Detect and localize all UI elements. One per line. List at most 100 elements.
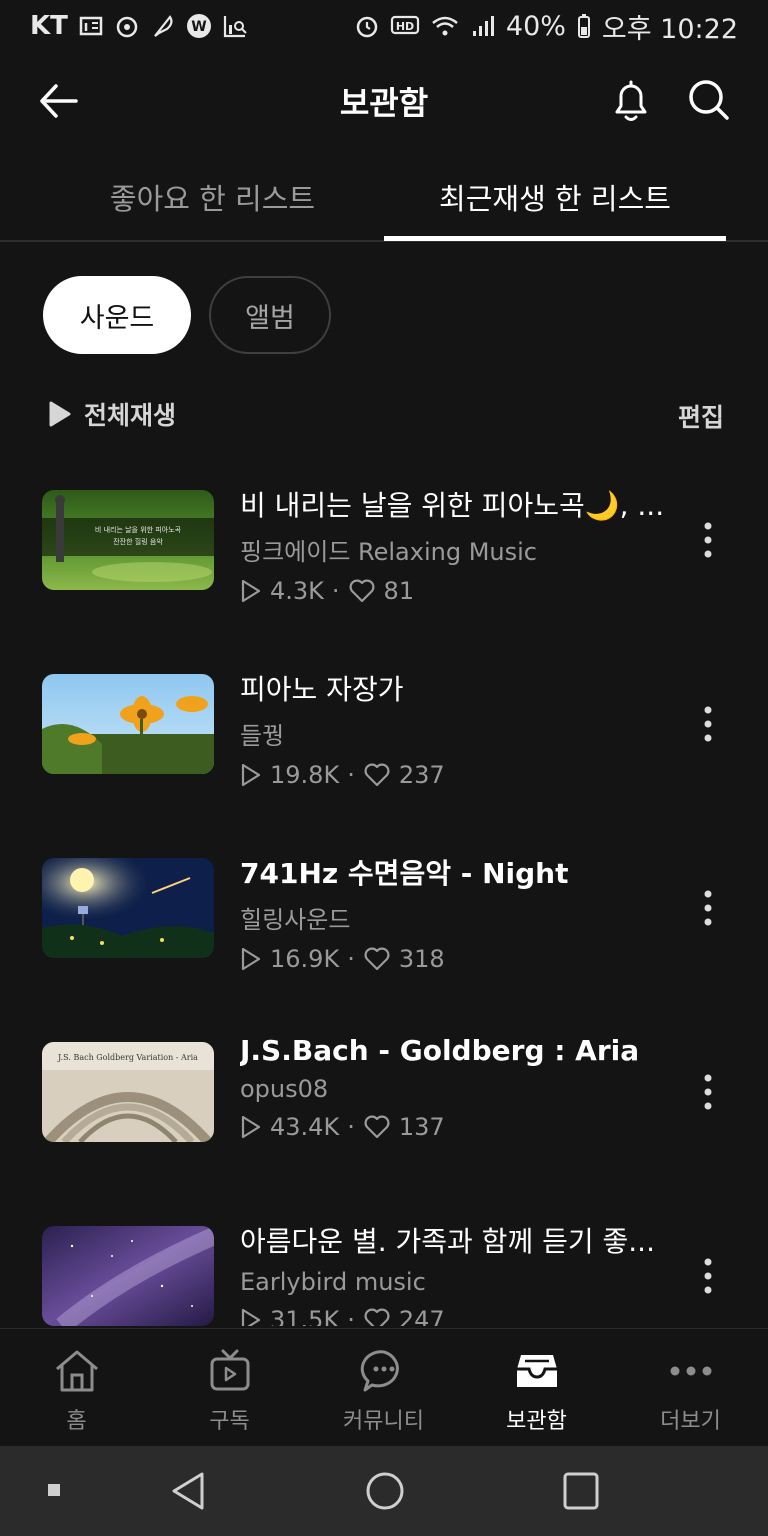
- system-nav-bar: [0, 1446, 768, 1536]
- bottom-nav: 홈 구독 커뮤니티 보관함 더보기: [0, 1328, 768, 1446]
- bell-icon[interactable]: [608, 76, 654, 124]
- tab-recent-list[interactable]: 최근재생 한 리스트: [384, 176, 726, 218]
- nav-label: 구독: [209, 1409, 250, 1434]
- system-back-icon[interactable]: [168, 1470, 208, 1512]
- track-meta: 741Hz 수면음악 - Night 힐링사운드 16.9K · 318: [240, 852, 680, 973]
- edit-button[interactable]: 편집: [678, 398, 724, 434]
- list-item[interactable]: 741Hz 수면음악 - Night 힐링사운드 16.9K · 318: [0, 857, 768, 988]
- play-count: 31.5K: [270, 1306, 340, 1326]
- track-artist: opus08: [240, 1075, 329, 1103]
- track-title: 아름다운 별. 가족과 함께 듣기 좋...: [240, 1225, 655, 1258]
- nav-label: 홈: [66, 1409, 87, 1434]
- more-vertical-icon[interactable]: [696, 520, 720, 560]
- nav-item-subscribe[interactable]: 구독: [153, 1347, 306, 1435]
- thumb-overlay-text: J.S. Bach Goldberg Variation - Aria: [57, 1053, 198, 1062]
- chart-search-icon: [223, 16, 247, 38]
- status-right: HD 40% 오후 10:22: [354, 7, 738, 46]
- heart-icon: [364, 947, 390, 971]
- play-count-icon: [241, 1115, 261, 1139]
- battery-icon: [577, 14, 590, 38]
- heart-icon: [364, 763, 390, 787]
- search-icon[interactable]: [686, 76, 732, 124]
- track-meta: 아름다운 별. 가족과 함께 듣기 좋... Earlybird music 3…: [240, 1220, 680, 1326]
- svg-text:W: W: [191, 19, 206, 35]
- more-horizontal-icon: [670, 1366, 711, 1376]
- track-stats: 43.4K · 137: [240, 1113, 680, 1141]
- heart-icon: [349, 579, 375, 603]
- app-header: 보관함: [0, 60, 768, 140]
- tab-liked-list[interactable]: 좋아요 한 리스트: [40, 176, 385, 218]
- track-stats: 16.9K · 318: [240, 945, 680, 973]
- nav-item-more[interactable]: 더보기: [614, 1347, 767, 1435]
- carrier-label: KT: [30, 11, 68, 41]
- play-count-icon: [241, 763, 261, 787]
- track-artist: 힐링사운드: [240, 906, 351, 934]
- more-vertical-icon[interactable]: [696, 704, 720, 744]
- signal-icon: [472, 16, 494, 36]
- list-item[interactable]: 피아노 자장가 들꿩 19.8K · 237: [0, 673, 768, 804]
- play-all-button[interactable]: 전체재생: [48, 396, 176, 432]
- filter-chip-sound[interactable]: 사운드: [43, 276, 191, 354]
- play-count: 43.4K: [270, 1113, 340, 1141]
- play-count-icon: [241, 579, 261, 603]
- play-count: 19.8K: [270, 761, 340, 789]
- track-artist: 들꿩: [240, 722, 285, 750]
- system-recents-icon[interactable]: [561, 1470, 601, 1512]
- active-tab-indicator: [384, 236, 726, 241]
- heart-icon: [364, 1115, 390, 1139]
- hd-voice-icon: HD: [390, 15, 420, 35]
- tv-icon: [210, 1349, 249, 1391]
- play-icon: [49, 401, 71, 427]
- clock: 오후 10:22: [601, 13, 738, 45]
- track-thumbnail: [42, 858, 214, 958]
- list-item[interactable]: 비 내리는 날을 위한 피아노곡 잔잔한 힐링 음악 비 내리는 날을 위한 피…: [0, 489, 768, 620]
- nav-item-community[interactable]: 커뮤니티: [307, 1347, 460, 1435]
- list-item[interactable]: 아름다운 별. 가족과 함께 듣기 좋... Earlybird music 3…: [0, 1225, 768, 1326]
- system-home-icon[interactable]: [364, 1470, 406, 1512]
- separator-dot: ·: [331, 577, 340, 605]
- nav-item-home[interactable]: 홈: [0, 1347, 153, 1435]
- nav-label: 더보기: [660, 1409, 721, 1434]
- nav-label: 커뮤니티: [343, 1409, 424, 1434]
- status-bar: KT W HD 40% 오후 10:22: [0, 0, 768, 52]
- like-count: 318: [398, 945, 445, 973]
- list-item[interactable]: J.S. Bach Goldberg Variation - Aria J.S.…: [0, 1034, 768, 1172]
- track-artist: Earlybird music: [240, 1268, 426, 1296]
- track-list: 비 내리는 날을 위한 피아노곡 잔잔한 힐링 음악 비 내리는 날을 위한 피…: [0, 470, 768, 1326]
- like-count: 81: [383, 577, 415, 605]
- dot-icon[interactable]: [46, 1482, 62, 1498]
- separator-dot: ·: [347, 1306, 355, 1326]
- svg-text:HD: HD: [396, 20, 414, 33]
- nav-item-library[interactable]: 보관함: [460, 1347, 613, 1435]
- more-vertical-icon[interactable]: [696, 1072, 720, 1112]
- filter-chip-album[interactable]: 앨범: [209, 276, 331, 354]
- track-artist: 핑크에이드 Relaxing Music: [240, 538, 537, 566]
- heart-icon: [364, 1308, 390, 1326]
- w-app-icon: W: [186, 14, 211, 38]
- chat-icon: [360, 1350, 399, 1392]
- play-count-icon: [241, 947, 261, 971]
- status-left: KT W: [30, 11, 248, 41]
- svg-text:잔잔한 힐링 음악: 잔잔한 힐링 음악: [113, 537, 163, 546]
- track-stats: 19.8K · 237: [240, 761, 680, 789]
- play-count-icon: [241, 1308, 261, 1326]
- more-vertical-icon[interactable]: [696, 1256, 720, 1296]
- like-count: 137: [398, 1113, 445, 1141]
- play-count: 16.9K: [270, 945, 340, 973]
- track-stats: 31.5K · 247: [240, 1306, 680, 1326]
- more-vertical-icon[interactable]: [696, 888, 720, 928]
- battery-percent: 40%: [505, 10, 566, 42]
- inbox-icon: [516, 1355, 557, 1387]
- track-meta: 피아노 자장가 들꿩 19.8K · 237: [240, 668, 680, 789]
- like-count: 237: [398, 761, 445, 789]
- track-title: 피아노 자장가: [240, 673, 404, 706]
- separator-dot: ·: [347, 945, 355, 973]
- track-title: 741Hz 수면음악 - Night: [240, 857, 569, 890]
- track-title: 비 내리는 날을 위한 피아노곡🌙, ...: [240, 489, 665, 522]
- wifi-icon: [432, 16, 458, 36]
- nav-label: 보관함: [506, 1409, 567, 1434]
- feather-app-icon: [154, 15, 173, 37]
- track-thumbnail: [42, 1226, 214, 1326]
- track-title: J.S.Bach - Goldberg : Aria: [240, 1034, 640, 1067]
- thumb-overlay-text: 비 내리는 날을 위한 피아노곡: [95, 525, 182, 534]
